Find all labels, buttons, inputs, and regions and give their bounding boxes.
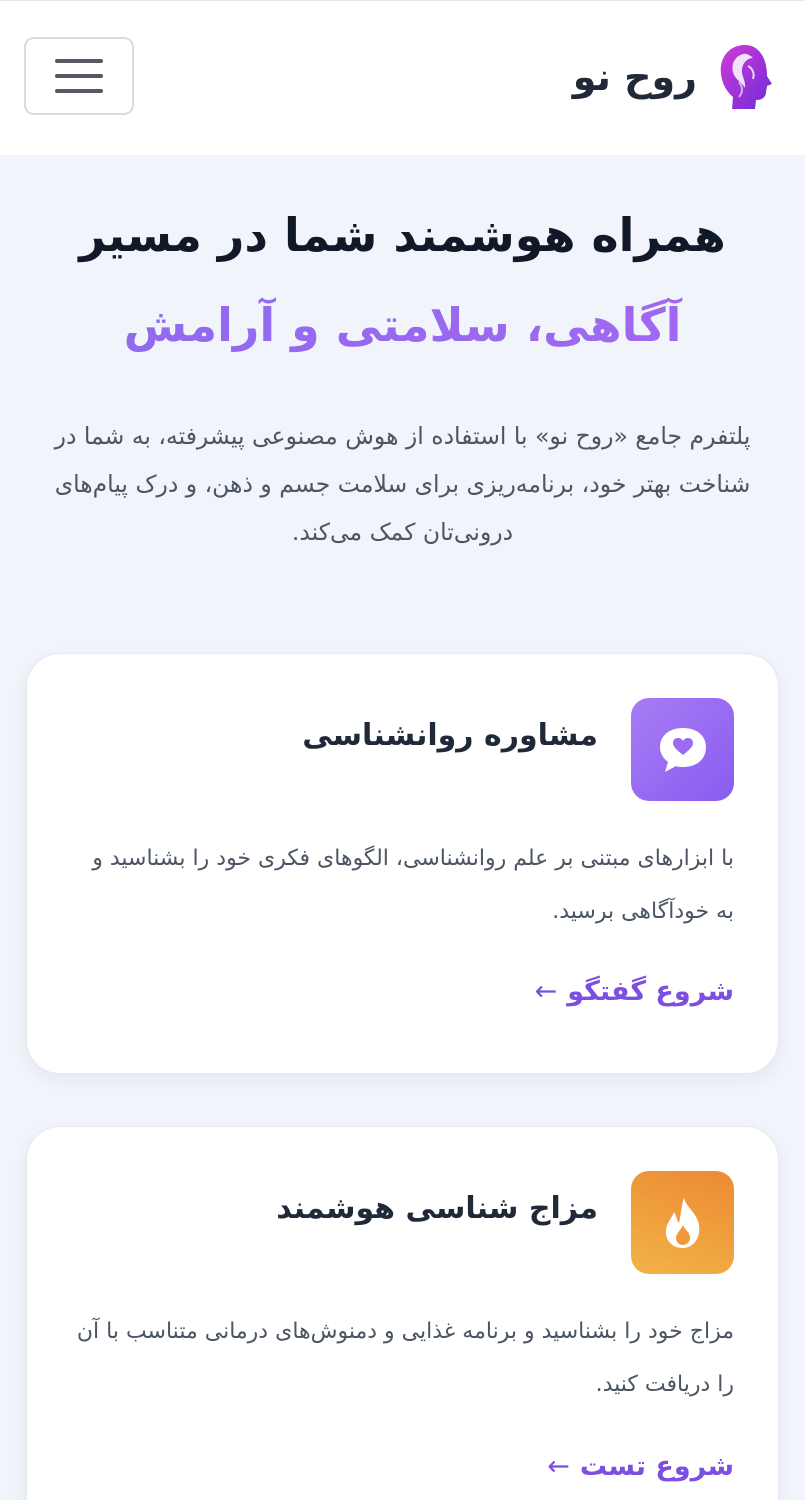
heart-chat-bubble-icon [659, 727, 706, 772]
top-navbar: روح نو [0, 0, 805, 155]
arrow-left-icon: ← [534, 976, 558, 1007]
hero-title: همراه هوشمند شما در مسیر آگاهی، سلامتی و… [0, 190, 805, 370]
card-title: مزاج شناسی هوشمند [276, 1191, 598, 1226]
card-description: مزاج خود را بشناسید و برنامه غذایی و دمن… [76, 1319, 734, 1397]
hero-title-line2-highlight: آگاهی، سلامتی و آرامش [0, 280, 805, 370]
hamburger-menu-icon-bar [55, 89, 103, 93]
hero-section: همراه هوشمند شما در مسیر آگاهی، سلامتی و… [0, 190, 805, 370]
page: روح نو همراه هوشمند شما در مسیر آگاهی، س… [0, 0, 805, 1500]
hero-description: پلتفرم جامع «روح نو» با استفاده از هوش م… [54, 422, 751, 546]
start-chat-link-label: شروع گفتگو [567, 976, 734, 1007]
start-chat-link[interactable]: شروع گفتگو ← [535, 976, 734, 1007]
flame-icon [665, 1197, 699, 1248]
hamburger-menu-icon [55, 59, 103, 63]
start-test-link-label: شروع تست [579, 1451, 734, 1482]
arrow-left-icon: ← [547, 1451, 570, 1482]
woman-head-logo-icon [720, 45, 772, 109]
card-icon-box [631, 698, 734, 801]
feature-card-temperament: مزاج شناسی هوشمند مزاج خود را بشناسید و … [26, 1126, 779, 1500]
hero-title-line1: همراه هوشمند شما در مسیر [79, 208, 726, 262]
hamburger-menu-button[interactable] [24, 37, 134, 115]
feature-card-psychology: مشاوره روانشناسی با ابزارهای مبتنی بر عل… [26, 653, 779, 1074]
start-test-link[interactable]: شروع تست ← [547, 1451, 734, 1482]
brand-name: روح نو [572, 55, 697, 99]
hamburger-menu-icon-bar [55, 74, 103, 78]
brand[interactable]: روح نو [573, 41, 777, 113]
card-icon-box [631, 1171, 734, 1274]
card-title: مشاوره روانشناسی [302, 718, 598, 753]
card-description: با ابزارهای مبتنی بر علم روانشناسی، الگو… [92, 846, 734, 924]
